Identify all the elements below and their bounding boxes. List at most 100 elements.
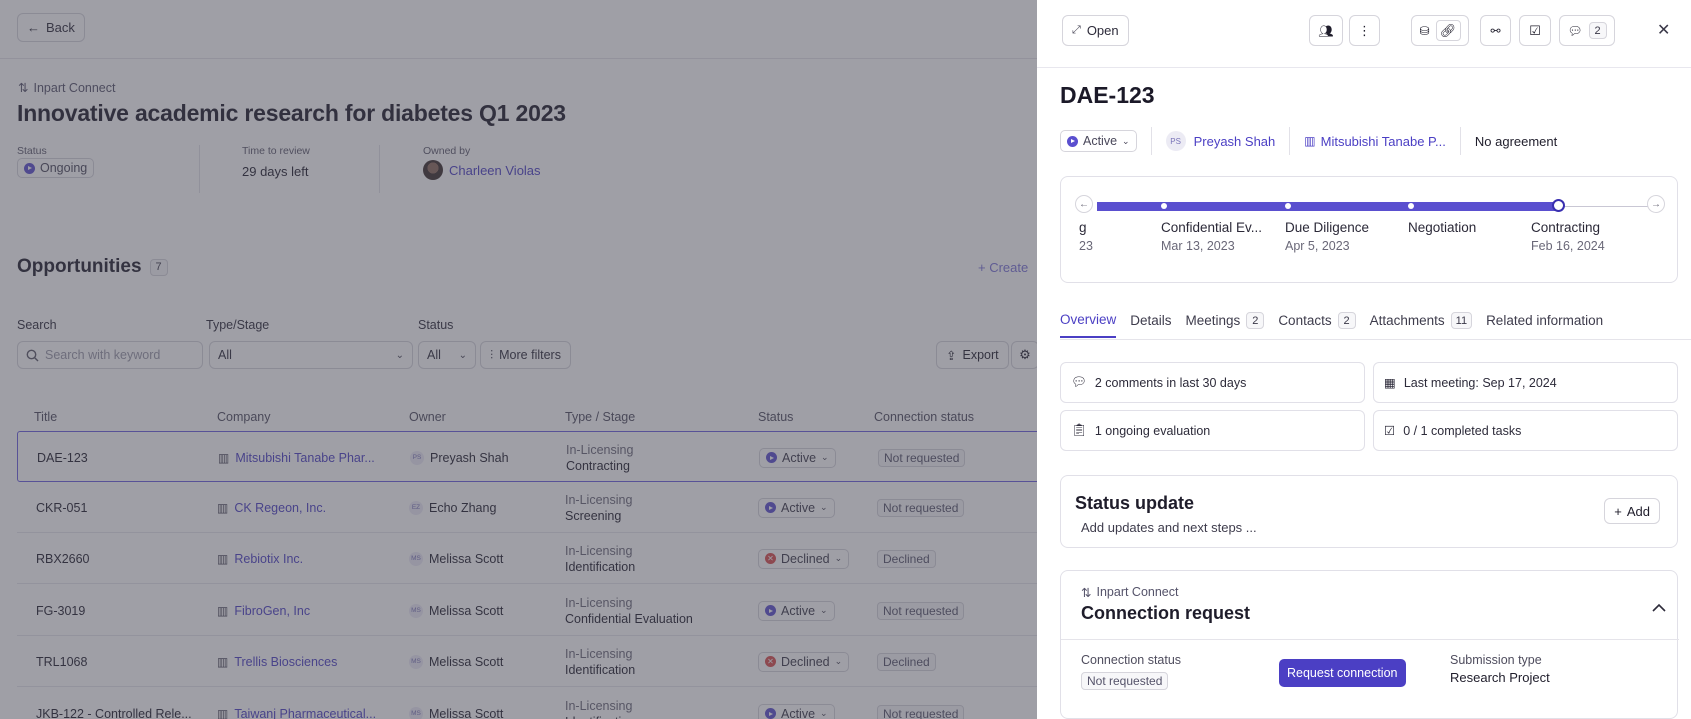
chevron-right-icon[interactable]: → bbox=[1647, 195, 1665, 213]
row-status-select[interactable]: Active ⌄ bbox=[758, 600, 835, 621]
tab-details[interactable]: Details bbox=[1130, 312, 1171, 338]
add-status-button[interactable]: + Add bbox=[1604, 498, 1660, 524]
evaluation-summary-card[interactable]: 📋︎ 1 ongoing evaluation bbox=[1060, 410, 1365, 451]
export-button[interactable]: ⇪ Export bbox=[936, 341, 1009, 369]
row-type: In-Licensing bbox=[565, 698, 633, 713]
tab-meetings[interactable]: Meetings 2 bbox=[1186, 312, 1265, 338]
row-company-link[interactable]: Mitsubishi Tanabe Phar... bbox=[235, 451, 374, 465]
column-header-connection-status[interactable]: Connection status bbox=[874, 410, 974, 424]
row-type: In-Licensing bbox=[566, 442, 634, 457]
row-company-link[interactable]: Rebiotix Inc. bbox=[234, 552, 303, 566]
row-status-label: Active bbox=[781, 706, 816, 719]
chevron-down-icon: ⌄ bbox=[820, 605, 828, 615]
open-label: Open bbox=[1086, 23, 1119, 38]
meta-owner-label: Owned by bbox=[423, 145, 471, 157]
avatar: MS bbox=[409, 706, 423, 719]
column-header-type-stage[interactable]: Type / Stage bbox=[565, 410, 635, 424]
search-icon bbox=[26, 349, 39, 361]
evaluation-summary: 1 ongoing evaluation bbox=[1094, 423, 1211, 438]
row-company-link[interactable]: FibroGen, Inc bbox=[234, 604, 310, 618]
connection-request-title: Connection request bbox=[1081, 603, 1251, 623]
tasks-button[interactable]: ☑ bbox=[1519, 15, 1551, 46]
row-owner: Melissa Scott bbox=[429, 706, 504, 719]
panel-owner-link[interactable]: Preyash Shah bbox=[1194, 134, 1276, 149]
export-label: Export bbox=[962, 348, 999, 362]
row-company-link[interactable]: CK Regeon, Inc. bbox=[234, 501, 326, 515]
panel-title: DAE-123 bbox=[1060, 82, 1155, 108]
users-icon: 👥︎ bbox=[1318, 23, 1334, 38]
settings-button[interactable]: ⚙ bbox=[1011, 341, 1037, 369]
play-icon bbox=[24, 162, 35, 174]
comments-summary: 2 comments in last 30 days bbox=[1094, 375, 1247, 390]
link-icon: 🔗︎ bbox=[1435, 20, 1461, 41]
chevron-down-icon: ⌄ bbox=[821, 452, 829, 462]
panel-status-select[interactable]: Active ⌄ bbox=[1060, 130, 1137, 152]
tab-contacts[interactable]: Contacts 2 bbox=[1278, 312, 1356, 338]
tab-attachments[interactable]: Attachments 11 bbox=[1370, 312, 1473, 338]
status-select[interactable]: All ⌄ bbox=[418, 341, 476, 369]
stage-dot bbox=[1408, 203, 1414, 209]
tab-overview[interactable]: Overview bbox=[1060, 312, 1117, 338]
chevron-up-icon[interactable] bbox=[1652, 603, 1666, 613]
meta-divider bbox=[1150, 127, 1152, 155]
row-owner: Echo Zhang bbox=[429, 500, 497, 515]
clipboard-icon: 📋︎ bbox=[1071, 423, 1087, 437]
table-row[interactable]: JKB-122 - Controlled Rele... ▥ Taiwanj Pha… bbox=[17, 688, 1037, 719]
type-stage-value: All bbox=[218, 348, 232, 362]
avatar: PS bbox=[1165, 131, 1186, 151]
table-row[interactable]: DAE-123 ▥ Mitsubishi Tanabe Phar... PS Preya… bbox=[17, 431, 1037, 482]
meeting-summary-card[interactable]: ▦ Last meeting: Sep 17, 2024 bbox=[1373, 362, 1678, 403]
table-row[interactable]: RBX2660 ▥ Rebiotix Inc. MS Melissa Scott In-L… bbox=[17, 533, 1037, 584]
search-input[interactable]: Search with keyword bbox=[17, 341, 203, 369]
workflow-button[interactable]: ⚯ bbox=[1480, 15, 1511, 46]
row-title: JKB-122 - Controlled Rele... bbox=[36, 706, 192, 719]
row-company-link[interactable]: Taiwanj Pharmaceutical... bbox=[234, 707, 376, 719]
table-row[interactable]: FG-3019 ▥ FibroGen, Inc MS Melissa Scott In-L… bbox=[17, 585, 1037, 636]
column-header-title[interactable]: Title bbox=[34, 410, 57, 424]
chevron-down-icon: ⌄ bbox=[458, 349, 467, 361]
row-status-select[interactable]: Active ⌄ bbox=[758, 497, 835, 518]
tab-related-information[interactable]: Related information bbox=[1486, 312, 1603, 338]
owner-link[interactable]: Charleen Violas bbox=[449, 163, 541, 178]
more-options-button[interactable]: ⋮ bbox=[1349, 15, 1380, 46]
comments-summary-card[interactable]: 💬︎ 2 comments in last 30 days bbox=[1060, 362, 1365, 403]
row-owner: Melissa Scott bbox=[429, 603, 504, 618]
tasks-summary: 0 / 1 completed tasks bbox=[1403, 423, 1522, 438]
followers-button[interactable]: 👥︎ bbox=[1309, 15, 1343, 46]
row-status-select[interactable]: ✕ Declined ⌄ bbox=[758, 548, 850, 569]
comments-button[interactable]: 💬︎ 2 bbox=[1559, 15, 1615, 46]
tabs-divider bbox=[1060, 339, 1691, 340]
back-button[interactable]: ← Back bbox=[17, 13, 85, 42]
close-icon[interactable]: ✕ bbox=[1657, 20, 1670, 40]
row-status-select[interactable]: Active ⌄ bbox=[759, 447, 836, 468]
open-button[interactable]: ⤢ Open bbox=[1062, 15, 1129, 46]
row-owner: Melissa Scott bbox=[429, 551, 504, 566]
stage-label: Due Diligence bbox=[1285, 220, 1370, 235]
request-connection-button[interactable]: Request connection bbox=[1279, 659, 1406, 687]
more-filters-button[interactable]: ⫶ More filters bbox=[480, 341, 571, 369]
panel-company-link[interactable]: Mitsubishi Tanabe P... bbox=[1321, 134, 1446, 149]
column-header-owner[interactable]: Owner bbox=[409, 410, 446, 424]
status-badge-label: Ongoing bbox=[40, 161, 88, 175]
table-row[interactable]: TRL1068 ▥ Trellis Biosciences MS Melissa Sco… bbox=[17, 636, 1037, 687]
chevron-down-icon: ⌄ bbox=[395, 349, 404, 361]
connection-status-label: Connection status bbox=[1081, 653, 1182, 667]
row-company-link[interactable]: Trellis Biosciences bbox=[234, 655, 337, 669]
table-row[interactable]: CKR-051 ▥ CK Regeon, Inc. EZ Echo Zhang In-Li… bbox=[17, 482, 1037, 533]
row-stage: Screening bbox=[565, 508, 622, 523]
row-status-label: Declined bbox=[781, 654, 830, 669]
header-divider bbox=[0, 58, 1037, 59]
column-header-status[interactable]: Status bbox=[758, 410, 793, 424]
chevron-left-icon[interactable]: ← bbox=[1075, 195, 1093, 213]
submission-type-value: Research Project bbox=[1450, 670, 1550, 685]
column-header-company[interactable]: Company bbox=[217, 410, 271, 424]
stage-date: Apr 5, 2023 bbox=[1285, 239, 1350, 253]
row-status-select[interactable]: ✕ Declined ⌄ bbox=[758, 651, 850, 672]
row-status-select[interactable]: Active ⌄ bbox=[758, 703, 835, 719]
create-button[interactable]: + Create bbox=[978, 260, 1028, 275]
play-icon bbox=[765, 605, 776, 616]
tasks-summary-card[interactable]: ☑ 0 / 1 completed tasks bbox=[1373, 410, 1678, 451]
panel-meta: Active ⌄ PS Preyash Shah ▥ Mitsubishi Ta… bbox=[1060, 127, 1557, 155]
type-stage-select[interactable]: All ⌄ bbox=[209, 341, 413, 369]
linked-data-button[interactable]: ⛁ 🔗︎ bbox=[1411, 15, 1469, 46]
